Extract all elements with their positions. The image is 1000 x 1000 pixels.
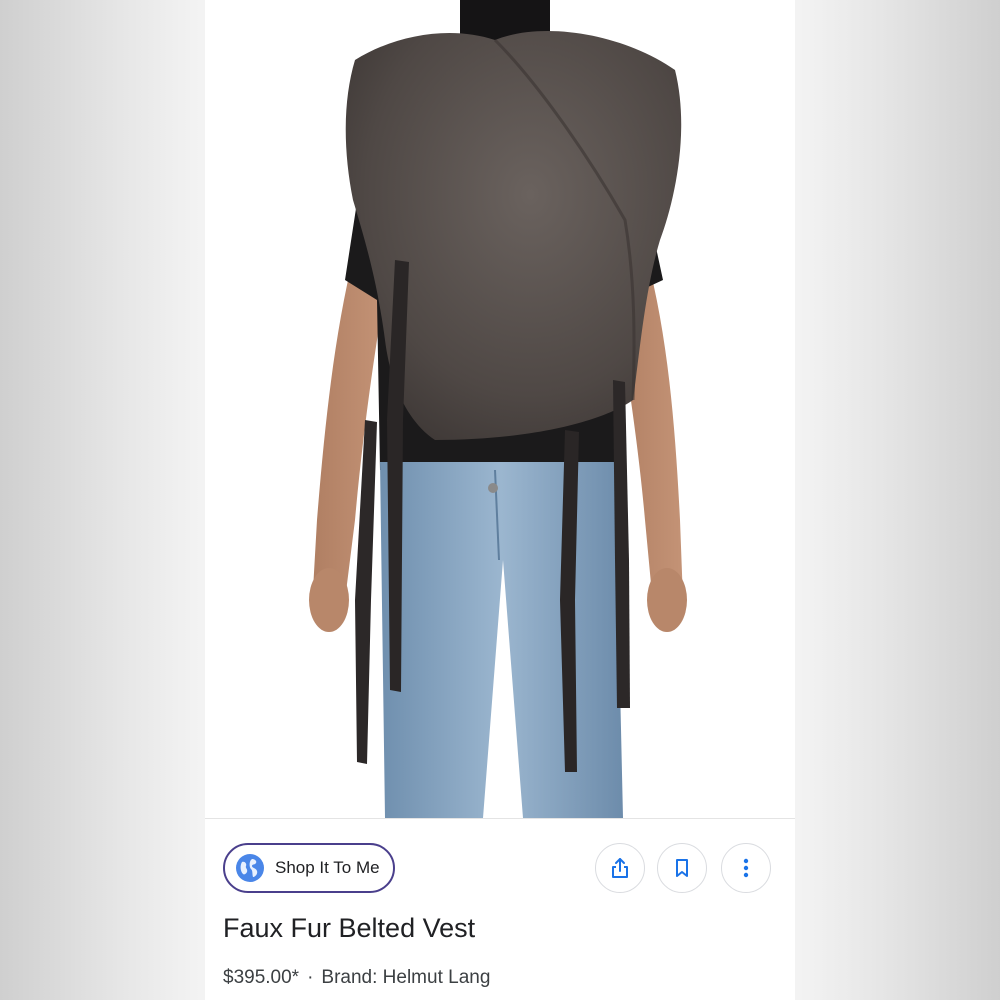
product-photo-illustration — [309, 0, 687, 818]
meta-separator: · — [307, 967, 314, 988]
share-button[interactable] — [595, 843, 645, 893]
more-vertical-icon — [743, 858, 749, 878]
product-price: $395.00* — [223, 967, 300, 988]
shop-button-label: Shop It To Me — [275, 858, 380, 877]
shop-it-to-me-button[interactable]: Shop It To Me — [223, 843, 395, 893]
product-title[interactable]: Faux Fur Belted Vest — [223, 913, 475, 944]
bookmark-icon — [676, 859, 688, 877]
more-options-button[interactable] — [721, 843, 771, 893]
divider — [205, 818, 795, 819]
product-brand: Brand: Helmut Lang — [321, 967, 491, 988]
product-image[interactable] — [205, 0, 795, 818]
globe-icon — [236, 854, 264, 882]
product-card: Shop It To Me Faux Fur Belted Vest $395.… — [205, 0, 795, 1000]
share-icon — [612, 858, 628, 878]
product-meta: $395.00* · Brand: Helmut Lang — [223, 967, 490, 989]
save-button[interactable] — [657, 843, 707, 893]
